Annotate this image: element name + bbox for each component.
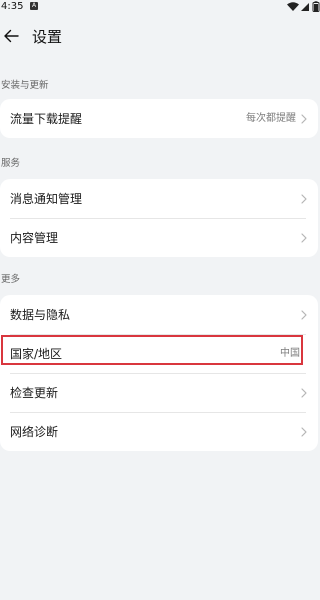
status-bar: 4:35 A — [0, 0, 320, 14]
chevron-right-icon — [301, 426, 307, 437]
chevron-right-icon — [301, 232, 307, 243]
row-label: 内容管理 — [10, 230, 59, 245]
back-button[interactable] — [0, 25, 22, 47]
chevron-right-icon — [301, 309, 307, 320]
row-label: 流量下载提醒 — [10, 111, 83, 126]
row-label: 检查更新 — [10, 385, 59, 400]
arrow-left-icon — [4, 29, 19, 43]
row-network-diagnosis[interactable]: 网络诊断 — [0, 412, 318, 451]
title-bar: 设置 — [0, 22, 320, 52]
card-install-update: 流量下载提醒 每次都提醒 — [0, 99, 318, 138]
notification-a-icon: A — [30, 2, 38, 10]
battery-icon — [312, 1, 320, 12]
chevron-right-icon — [301, 387, 307, 398]
chevron-right-icon — [301, 113, 307, 124]
row-value: 每次都提醒 — [246, 112, 296, 124]
card-more: 数据与隐私 国家/地区 中国 检查更新 网络诊断 — [0, 295, 318, 451]
row-traffic-download-reminder[interactable]: 流量下载提醒 每次都提醒 — [0, 99, 318, 138]
row-value: 中国 — [280, 347, 300, 359]
status-icons — [286, 1, 320, 12]
section-label-services: 服务 — [1, 158, 21, 169]
row-label: 网络诊断 — [10, 424, 59, 439]
row-label: 消息通知管理 — [10, 191, 83, 206]
card-services: 消息通知管理 内容管理 — [0, 179, 318, 257]
row-content-management[interactable]: 内容管理 — [0, 218, 318, 257]
status-time: 4:35 — [1, 1, 24, 12]
wifi-icon — [287, 2, 299, 11]
signal-icon — [301, 3, 309, 11]
row-data-privacy[interactable]: 数据与隐私 — [0, 295, 318, 334]
page-title: 设置 — [32, 28, 63, 46]
row-label: 国家/地区 — [10, 346, 63, 361]
row-notification-management[interactable]: 消息通知管理 — [0, 179, 318, 218]
row-label: 数据与隐私 — [10, 307, 71, 322]
chevron-right-icon — [301, 193, 307, 204]
section-label-install-update: 安装与更新 — [1, 80, 49, 91]
section-label-more: 更多 — [1, 274, 21, 285]
row-check-update[interactable]: 检查更新 — [0, 373, 318, 412]
row-country-region[interactable]: 国家/地区 中国 — [0, 334, 318, 373]
